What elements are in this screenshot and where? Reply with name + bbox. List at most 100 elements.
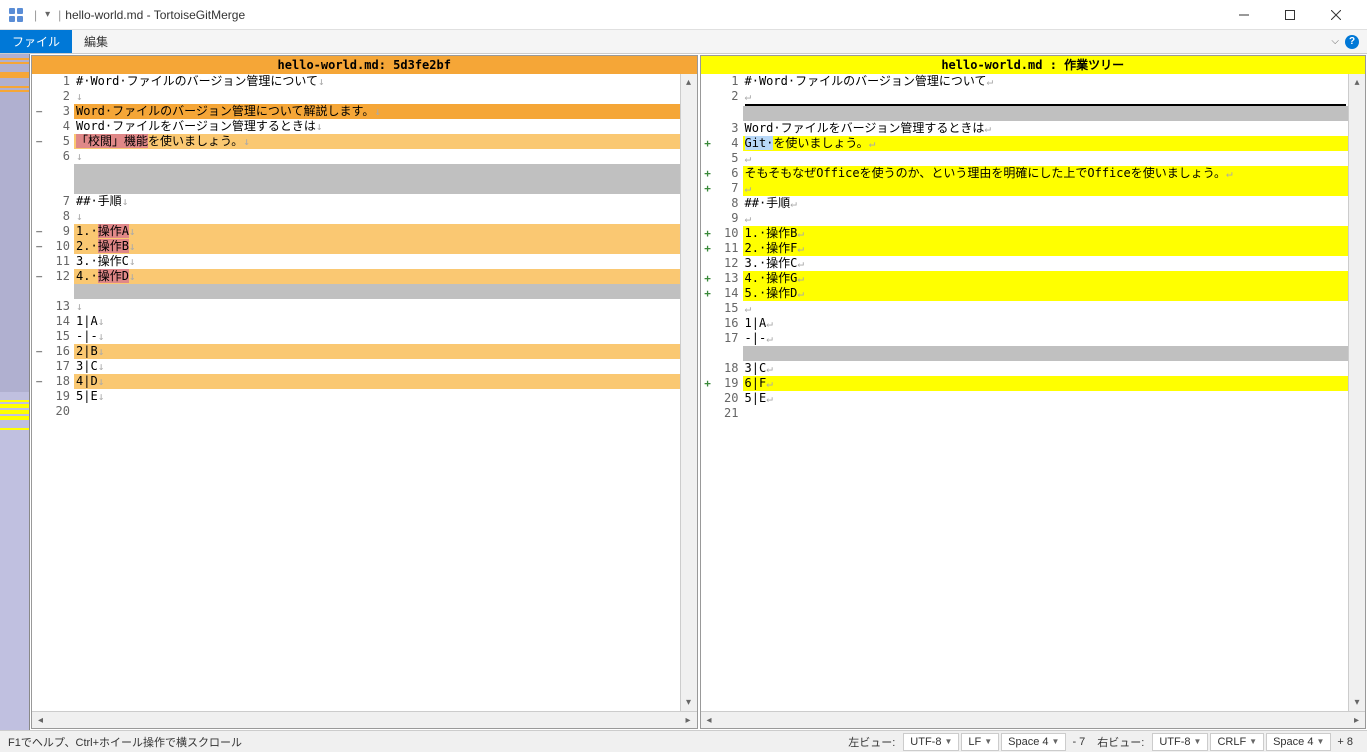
code-line[interactable]: 15↵	[701, 301, 1349, 316]
content-area: hello-world.md: 5d3fe2bf 1#·Word·ファイルのバー…	[0, 54, 1367, 730]
scroll-left-icon[interactable]: ◂	[32, 715, 49, 726]
code-line[interactable]: +112.·操作F↵	[701, 241, 1349, 256]
horizontal-scrollbar[interactable]: ◂ ▸	[701, 711, 1366, 728]
code-line[interactable]: +196|F↵	[701, 376, 1349, 391]
code-line[interactable]: −91.·操作A↓	[32, 224, 680, 239]
locator-mark[interactable]	[0, 400, 29, 402]
code-line[interactable]: +6そもそもなぜOfficeを使うのか、という理由を明確にした上でOfficeを…	[701, 166, 1349, 181]
dropdown-icon: ▼	[944, 734, 952, 750]
code-line[interactable]: +4Git·を使いましょう。↵	[701, 136, 1349, 151]
eol-marker: ↓	[122, 195, 129, 208]
minus-icon: −	[32, 269, 46, 284]
locator-bar[interactable]	[0, 54, 30, 730]
locator-mark[interactable]	[0, 90, 29, 92]
line-text: 5|E↓	[74, 389, 680, 404]
code-line[interactable]: 161|A↵	[701, 316, 1349, 331]
code-line[interactable]: +145.·操作D↵	[701, 286, 1349, 301]
status-right-eol[interactable]: CRLF▼	[1210, 733, 1264, 751]
gutter-blank	[701, 106, 715, 121]
code-line[interactable]: 3Word·ファイルをバージョン管理するときは↵	[701, 121, 1349, 136]
code-line[interactable]: 113.·操作C↓	[32, 254, 680, 269]
code-line[interactable]: 21	[701, 406, 1349, 421]
vertical-scrollbar[interactable]: ▴ ▾	[1348, 74, 1365, 711]
eol-marker: ↵	[766, 377, 773, 390]
plus-icon: +	[701, 226, 715, 241]
code-line[interactable]: 173|C↓	[32, 359, 680, 374]
code-line[interactable]	[32, 164, 680, 179]
scroll-up-icon[interactable]: ▴	[1349, 74, 1365, 91]
locator-mark[interactable]	[0, 416, 29, 420]
eol-marker: ↵	[984, 122, 991, 135]
left-pane-body[interactable]: 1#·Word·ファイルのバージョン管理について↓2↓−3Word·ファイルのバ…	[32, 74, 697, 711]
eol-marker: ↵	[745, 152, 752, 165]
scroll-right-icon[interactable]: ▸	[680, 715, 697, 726]
code-line[interactable]: 6↓	[32, 149, 680, 164]
eol-marker: ↵	[986, 75, 993, 88]
status-left-encoding[interactable]: UTF-8▼	[903, 733, 959, 751]
locator-mark[interactable]	[0, 86, 29, 88]
code-line[interactable]: 4Word·ファイルをバージョン管理するときは↓	[32, 119, 680, 134]
scroll-down-icon[interactable]: ▾	[681, 694, 697, 711]
code-line[interactable]: −162|B↓	[32, 344, 680, 359]
code-line[interactable]	[701, 346, 1349, 361]
scroll-right-icon[interactable]: ▸	[1348, 715, 1365, 726]
code-line[interactable]: −5「校閲」機能を使いましょう。↓	[32, 134, 680, 149]
code-line[interactable]: 1#·Word·ファイルのバージョン管理について↵	[701, 74, 1349, 89]
locator-mark[interactable]	[0, 404, 29, 408]
code-line[interactable]: −184|D↓	[32, 374, 680, 389]
code-line[interactable]: +134.·操作G↵	[701, 271, 1349, 286]
code-line[interactable]: 123.·操作C↵	[701, 256, 1349, 271]
code-line[interactable]: 2↓	[32, 89, 680, 104]
code-line[interactable]: 141|A↓	[32, 314, 680, 329]
scroll-up-icon[interactable]: ▴	[681, 74, 697, 91]
code-line[interactable]: +101.·操作B↵	[701, 226, 1349, 241]
status-left-eol[interactable]: LF▼	[961, 733, 999, 751]
gutter-blank	[701, 74, 715, 89]
code-line[interactable]: 20	[32, 404, 680, 419]
status-left-tab[interactable]: Space 4▼	[1001, 733, 1066, 751]
scroll-down-icon[interactable]: ▾	[1349, 694, 1365, 711]
code-line[interactable]	[701, 106, 1349, 121]
code-line[interactable]: 8##·手順↵	[701, 196, 1349, 211]
code-line[interactable]: 5↵	[701, 151, 1349, 166]
gutter-blank	[32, 329, 46, 344]
code-line[interactable]: 183|C↵	[701, 361, 1349, 376]
locator-mark[interactable]	[0, 410, 29, 414]
locator-mark[interactable]	[0, 72, 29, 78]
status-right-tab[interactable]: Space 4▼	[1266, 733, 1331, 751]
locator-mark[interactable]	[0, 58, 29, 60]
vertical-scrollbar[interactable]: ▴ ▾	[680, 74, 697, 711]
right-pane-body[interactable]: 1#·Word·ファイルのバージョン管理について↵2↵ 3Word·ファイルをバー…	[701, 74, 1366, 711]
close-button[interactable]	[1313, 0, 1359, 30]
code-line[interactable]: 9↵	[701, 211, 1349, 226]
menu-file[interactable]: ファイル	[0, 30, 72, 53]
line-text: 4.·操作D↓	[74, 269, 680, 284]
code-line[interactable]: −102.·操作B↓	[32, 239, 680, 254]
eol-marker: ↓	[76, 210, 83, 223]
code-line[interactable]	[32, 179, 680, 194]
code-line[interactable]: 8↓	[32, 209, 680, 224]
minimize-button[interactable]	[1221, 0, 1267, 30]
code-line[interactable]: 17-|-↵	[701, 331, 1349, 346]
horizontal-scrollbar[interactable]: ◂ ▸	[32, 711, 697, 728]
code-line[interactable]: 13↓	[32, 299, 680, 314]
locator-mark[interactable]	[0, 428, 29, 430]
maximize-button[interactable]	[1267, 0, 1313, 30]
menu-edit[interactable]: 編集	[72, 30, 120, 53]
code-line[interactable]: 15-|-↓	[32, 329, 680, 344]
code-line[interactable]: 7##·手順↓	[32, 194, 680, 209]
code-line[interactable]: −3Word·ファイルのバージョン管理について解説します。↓	[32, 104, 680, 119]
code-line[interactable]: 1#·Word·ファイルのバージョン管理について↓	[32, 74, 680, 89]
status-right-encoding[interactable]: UTF-8▼	[1152, 733, 1208, 751]
code-line[interactable]: 2↵	[701, 89, 1349, 104]
code-line[interactable]: −124.·操作D↓	[32, 269, 680, 284]
code-line[interactable]: +7↵	[701, 181, 1349, 196]
qat-dropdown-icon[interactable]: ▾	[45, 9, 50, 20]
help-icon[interactable]: ?	[1345, 35, 1359, 49]
scroll-left-icon[interactable]: ◂	[701, 715, 718, 726]
ribbon-collapse-icon[interactable]: ⌵	[1331, 36, 1339, 47]
code-line[interactable]: 205|E↵	[701, 391, 1349, 406]
code-line[interactable]: 195|E↓	[32, 389, 680, 404]
locator-mark[interactable]	[0, 62, 29, 64]
code-line[interactable]	[32, 284, 680, 299]
